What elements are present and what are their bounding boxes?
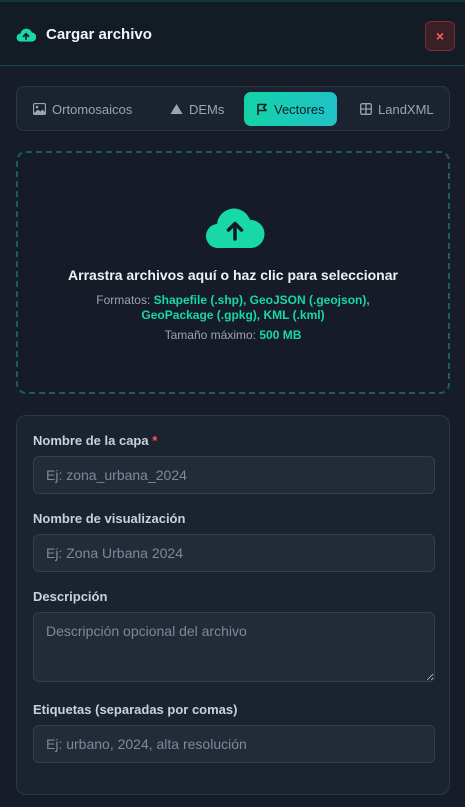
- cloud-upload-icon: [16, 28, 36, 42]
- modal-title: Cargar archivo: [46, 26, 152, 43]
- tab-landxml[interactable]: LandXML: [360, 92, 434, 126]
- tab-ortomosaicos[interactable]: Ortomosaicos: [33, 92, 132, 126]
- max-size-value: 500 MB: [259, 328, 302, 342]
- formats-list-line1: Shapefile (.shp), GeoJSON (.geojson),: [153, 293, 370, 307]
- description-textarea[interactable]: [33, 612, 435, 682]
- mountain-icon: [170, 104, 183, 114]
- dropzone-max-size: Tamaño máximo: 500 MB: [18, 328, 448, 342]
- layer-name-label-text: Nombre de la capa: [33, 433, 149, 448]
- tab-label: Vectores: [274, 101, 325, 117]
- tab-label: Ortomosaicos: [52, 101, 133, 117]
- dropzone-formats: Formatos: Shapefile (.shp), GeoJSON (.ge…: [18, 293, 448, 323]
- tags-input[interactable]: [33, 725, 435, 763]
- tab-vectores[interactable]: Vectores: [244, 92, 337, 126]
- layer-name-input[interactable]: [33, 456, 435, 494]
- tab-dems[interactable]: DEMs: [170, 92, 224, 126]
- modal-title-wrap: Cargar archivo: [16, 26, 152, 43]
- close-icon: ×: [435, 28, 445, 44]
- tab-label: DEMs: [189, 101, 225, 117]
- vector-icon: [257, 103, 267, 115]
- file-dropzone[interactable]: Arrastra archivos aquí o haz clic para s…: [16, 151, 450, 394]
- tab-label: LandXML: [378, 101, 434, 117]
- image-icon: [33, 103, 46, 115]
- grid-icon: [360, 103, 372, 115]
- file-type-tabs: Ortomosaicos DEMs Vectores LandXML: [16, 86, 450, 131]
- formats-label: Formatos:: [96, 293, 151, 307]
- dropzone-title: Arrastra archivos aquí o haz clic para s…: [68, 267, 398, 283]
- cloud-upload-icon: [205, 208, 265, 249]
- required-mark: *: [152, 433, 158, 448]
- close-button[interactable]: ×: [425, 21, 455, 51]
- tags-label: Etiquetas (separadas por comas): [33, 702, 238, 717]
- description-label: Descripción: [33, 589, 108, 604]
- display-name-label: Nombre de visualización: [33, 511, 186, 526]
- max-size-label: Tamaño máximo:: [164, 328, 256, 342]
- modal-header: Cargar archivo ×: [0, 0, 465, 66]
- formats-list-line2: GeoPackage (.gpkg), KML (.kml): [141, 308, 325, 322]
- layer-name-label: Nombre de la capa *: [33, 433, 157, 448]
- file-metadata-form: Nombre de la capa * Nombre de visualizac…: [16, 415, 450, 795]
- display-name-input[interactable]: [33, 534, 435, 572]
